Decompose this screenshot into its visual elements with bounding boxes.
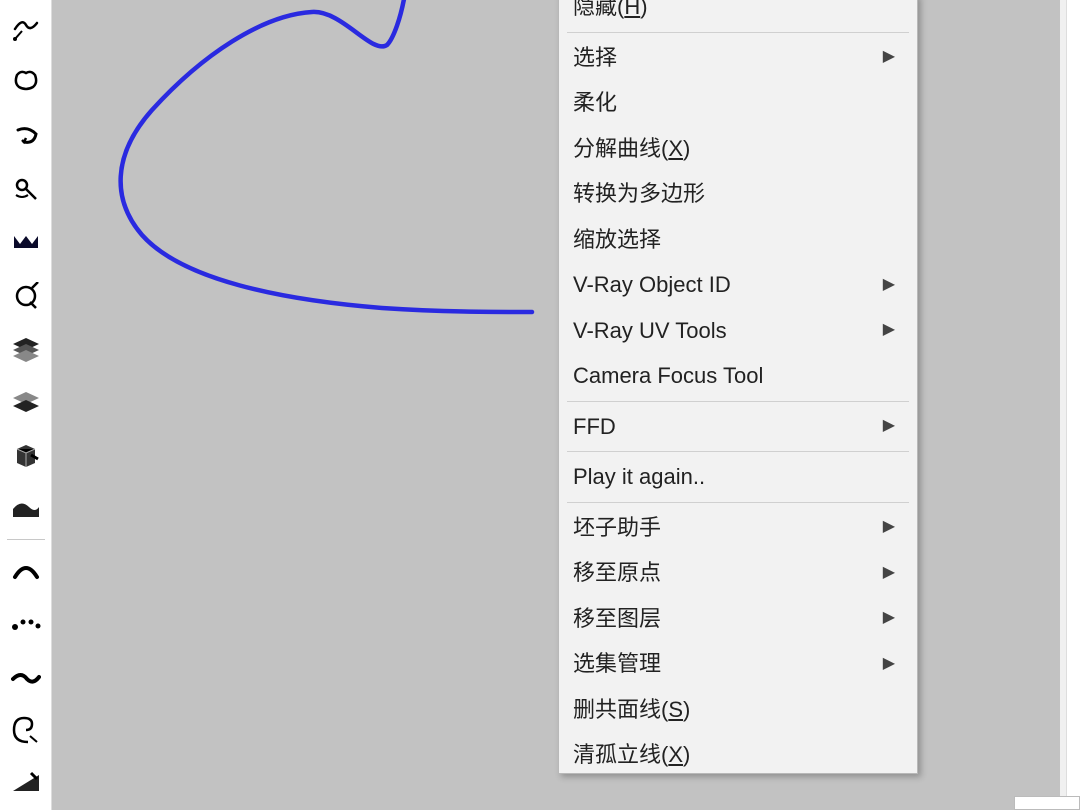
menu-item-move-origin[interactable]: 移至原点 ▶ bbox=[561, 550, 915, 596]
tool-look-around[interactable] bbox=[4, 162, 48, 215]
push-pull-icon bbox=[11, 67, 41, 97]
tool-orbit[interactable] bbox=[4, 109, 48, 162]
submenu-arrow-icon: ▶ bbox=[883, 275, 895, 295]
menu-item-selection-manage[interactable]: 选集管理 ▶ bbox=[561, 641, 915, 687]
menu-item-label: 坯子助手 bbox=[573, 514, 661, 542]
tool-sphere-edit[interactable] bbox=[4, 269, 48, 322]
menu-item-label: Camera Focus Tool bbox=[573, 362, 763, 390]
tool-spiral[interactable] bbox=[4, 703, 48, 756]
tool-sculpt[interactable] bbox=[4, 650, 48, 703]
menu-item-explode-curve[interactable]: 分解曲线(X) bbox=[561, 126, 915, 172]
left-toolbar bbox=[0, 0, 52, 810]
tool-push-pull[interactable] bbox=[4, 55, 48, 108]
menu-item-label: 清孤立线(X) bbox=[573, 741, 690, 769]
menu-item-play-again[interactable]: Play it again.. bbox=[561, 454, 915, 500]
menu-separator bbox=[567, 32, 909, 33]
tool-grade[interactable] bbox=[4, 757, 48, 810]
menu-item-label: 分解曲线(X) bbox=[573, 135, 690, 163]
tool-layers-single[interactable] bbox=[4, 376, 48, 429]
tool-arc[interactable] bbox=[4, 543, 48, 596]
toolbar-separator bbox=[7, 539, 45, 540]
menu-item-ffd[interactable]: FFD ▶ bbox=[561, 404, 915, 450]
tool-freehand[interactable] bbox=[4, 2, 48, 55]
menu-item-label: 移至图层 bbox=[573, 605, 661, 633]
terrain-icon bbox=[12, 232, 40, 252]
menu-item-label: 删共面线(S) bbox=[573, 696, 690, 724]
menu-item-label: 移至原点 bbox=[573, 559, 661, 587]
menu-item-label: 选集管理 bbox=[573, 650, 661, 678]
submenu-arrow-icon: ▶ bbox=[883, 320, 895, 340]
menu-item-label: 柔化 bbox=[573, 89, 617, 117]
menu-item-label: V-Ray Object ID bbox=[573, 271, 731, 299]
menu-item-delete-coplanar[interactable]: 删共面线(S) bbox=[561, 687, 915, 733]
freehand-icon bbox=[12, 15, 40, 43]
submenu-arrow-icon: ▶ bbox=[883, 517, 895, 537]
look-around-icon bbox=[12, 175, 40, 203]
context-menu: 隐藏(H) 选择 ▶ 柔化 分解曲线(X) 转换为多边形 缩放选择 V-Ray … bbox=[558, 0, 918, 774]
selected-curve[interactable] bbox=[52, 0, 572, 340]
layers-multi-icon bbox=[11, 336, 41, 362]
submenu-arrow-icon: ▶ bbox=[883, 416, 895, 436]
menu-item-hide[interactable]: 隐藏(H) bbox=[561, 0, 915, 30]
tool-component[interactable] bbox=[4, 429, 48, 482]
orbit-icon bbox=[12, 122, 40, 150]
app-root bbox=[0, 0, 1080, 810]
menu-item-convert-polygon[interactable]: 转换为多边形 bbox=[561, 171, 915, 217]
submenu-arrow-icon: ▶ bbox=[883, 608, 895, 628]
menu-item-clear-isolated[interactable]: 清孤立线(X) bbox=[561, 732, 915, 771]
status-bar bbox=[1014, 796, 1080, 810]
right-panel-edge bbox=[1066, 0, 1080, 810]
tool-drape[interactable] bbox=[4, 483, 48, 536]
menu-item-camera-focus[interactable]: Camera Focus Tool bbox=[561, 353, 915, 399]
menu-item-label: 缩放选择 bbox=[573, 226, 661, 254]
component-icon bbox=[13, 441, 39, 471]
dots-path-icon bbox=[11, 614, 41, 632]
tool-terrain[interactable] bbox=[4, 216, 48, 269]
sculpt-icon bbox=[11, 669, 41, 685]
grade-icon bbox=[11, 771, 41, 795]
tool-layers-multi[interactable] bbox=[4, 322, 48, 375]
menu-separator bbox=[567, 502, 909, 503]
menu-item-vray-object-id[interactable]: V-Ray Object ID ▶ bbox=[561, 262, 915, 308]
menu-item-soften[interactable]: 柔化 bbox=[561, 80, 915, 126]
menu-item-label: Play it again.. bbox=[573, 463, 705, 491]
menu-separator bbox=[567, 401, 909, 402]
menu-item-label: V-Ray UV Tools bbox=[573, 317, 727, 345]
sphere-edit-icon bbox=[12, 282, 40, 310]
menu-item-select[interactable]: 选择 ▶ bbox=[561, 35, 915, 81]
menu-item-label: 转换为多边形 bbox=[573, 180, 705, 208]
menu-item-label: 选择 bbox=[573, 44, 617, 72]
arc-icon bbox=[11, 559, 41, 581]
menu-item-label: FFD bbox=[573, 413, 616, 441]
menu-item-pizi-helper[interactable]: 坯子助手 ▶ bbox=[561, 505, 915, 551]
menu-separator bbox=[567, 451, 909, 452]
menu-item-zoom-selection[interactable]: 缩放选择 bbox=[561, 217, 915, 263]
layers-single-icon bbox=[11, 390, 41, 416]
menu-item-label: 隐藏(H) bbox=[573, 0, 648, 21]
menu-item-vray-uv-tools[interactable]: V-Ray UV Tools ▶ bbox=[561, 308, 915, 354]
submenu-arrow-icon: ▶ bbox=[883, 47, 895, 67]
menu-item-move-layer[interactable]: 移至图层 ▶ bbox=[561, 596, 915, 642]
drape-icon bbox=[11, 497, 41, 521]
tool-dots-path[interactable] bbox=[4, 596, 48, 649]
submenu-arrow-icon: ▶ bbox=[883, 654, 895, 674]
spiral-icon bbox=[12, 716, 40, 744]
submenu-arrow-icon: ▶ bbox=[883, 563, 895, 583]
